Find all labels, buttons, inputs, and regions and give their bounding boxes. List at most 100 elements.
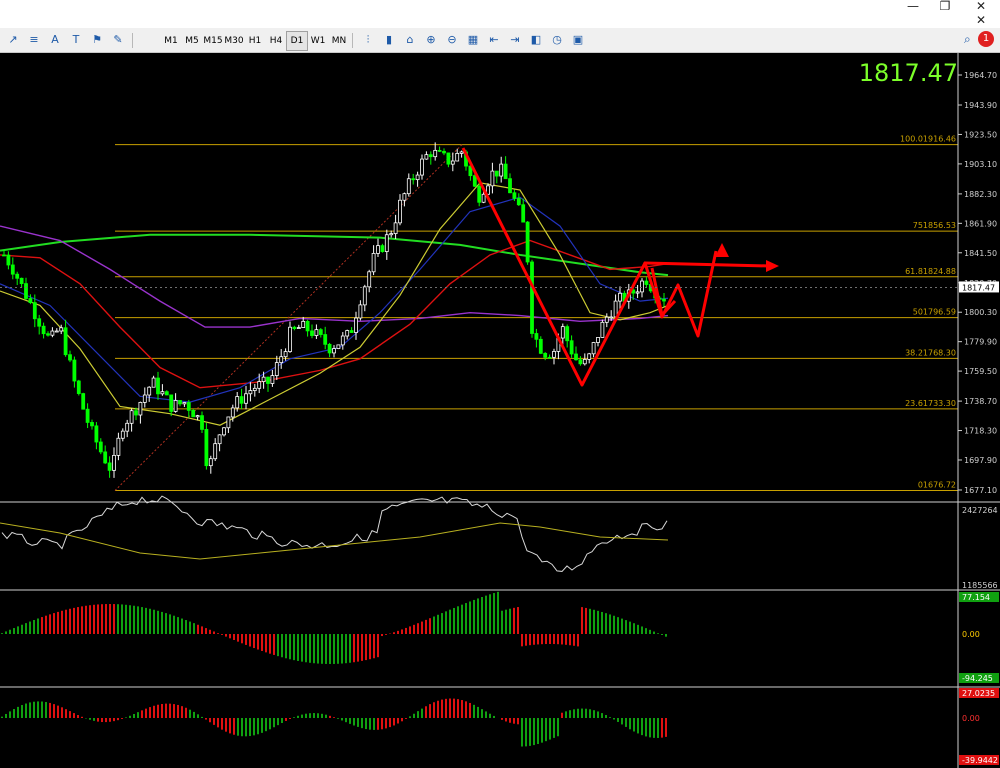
price-axis-label: 1800.30: [964, 308, 997, 317]
bull-candle: [50, 330, 55, 336]
bull-candle: [274, 362, 279, 376]
fib-level-label: 61.81824.88: [905, 267, 956, 276]
bull-candle: [332, 348, 336, 354]
bear-candle: [644, 280, 649, 285]
minimize-icon[interactable]: —: [898, 0, 928, 18]
draw-tool-0-icon[interactable]: ↗: [4, 31, 22, 49]
bear-candle: [565, 326, 570, 342]
bear-candle: [472, 175, 477, 187]
chart-tool-4-icon[interactable]: ⊖: [443, 31, 461, 49]
bear-candle: [516, 198, 521, 206]
price-axis-label: 1697.90: [964, 456, 997, 465]
chart-tool-5-icon[interactable]: ▦: [464, 31, 482, 49]
bull-candle: [481, 193, 486, 203]
bull-candle: [138, 401, 143, 416]
bull-candle: [116, 437, 121, 456]
chart-tool-2-icon[interactable]: ⌂: [401, 31, 419, 49]
bear-candle: [323, 334, 328, 345]
bear-candle: [85, 408, 90, 423]
bull-candle: [296, 327, 301, 329]
timeframe-m30-button[interactable]: M30: [223, 31, 245, 51]
bull-candle: [252, 387, 257, 391]
timeframe-h4-button[interactable]: H4: [265, 31, 287, 51]
bear-candle: [446, 152, 451, 165]
bear-candle: [266, 376, 270, 384]
bear-candle: [569, 340, 574, 355]
bear-candle: [156, 377, 160, 395]
timeframe-h1-button[interactable]: H1: [244, 31, 266, 51]
price-axis-label: 1779.90: [964, 338, 997, 347]
bull-candle: [604, 316, 609, 323]
toolbar-separator: [132, 33, 133, 48]
bear-candle: [63, 327, 68, 356]
title-bar: — ❐ ✕ ✕: [0, 0, 1000, 29]
bear-candle: [19, 277, 24, 285]
bull-candle: [389, 233, 394, 236]
draw-tool-3-icon[interactable]: T: [67, 31, 85, 49]
bull-candle: [261, 376, 266, 382]
restore-icon[interactable]: ❐: [930, 0, 960, 18]
price-axis-label: 1718.30: [964, 427, 997, 436]
chart-tool-7-icon[interactable]: ⇥: [506, 31, 524, 49]
bear-candle: [477, 185, 482, 203]
search-icon[interactable]: ⌕: [964, 32, 971, 47]
chart-tool-0-icon[interactable]: ⫶: [359, 31, 377, 49]
bull-candle: [398, 199, 402, 224]
draw-tool-5-icon[interactable]: ✎: [109, 31, 127, 49]
draw-tool-2-icon[interactable]: A: [46, 31, 64, 49]
bull-candle: [582, 359, 587, 365]
chart-tool-6-icon[interactable]: ⇤: [485, 31, 503, 49]
price-chart[interactable]: 100.01916.46 751856.53 61.81824.88 501796.5…: [0, 53, 1000, 768]
notification-badge[interactable]: 1: [978, 31, 994, 47]
panel2-bottom-label: -94.245: [962, 674, 993, 683]
bull-candle: [208, 458, 213, 467]
bull-candle: [640, 280, 644, 293]
bull-candle: [59, 327, 64, 332]
timeframe-mn-button[interactable]: MN: [328, 31, 350, 51]
chart-tool-3-icon[interactable]: ⊕: [422, 31, 440, 49]
bull-candle: [362, 286, 367, 306]
bull-candle: [314, 329, 319, 336]
timeframe-d1-button[interactable]: D1: [286, 31, 308, 51]
fib-level-label: 501796.59: [913, 308, 956, 317]
bear-candle: [76, 380, 81, 394]
bear-candle: [318, 329, 323, 335]
price-axis-label: 1677.10: [964, 486, 997, 495]
price-axis-label: 1861.90: [964, 219, 997, 228]
timeframe-w1-button[interactable]: W1: [307, 31, 329, 51]
toolbar-right: ⌕ 1: [960, 28, 1000, 52]
bear-candle: [525, 221, 530, 263]
bear-candle: [46, 333, 50, 336]
bull-candle: [54, 330, 59, 333]
bear-candle: [578, 359, 583, 365]
draw-tool-4-icon[interactable]: ⚑: [88, 31, 106, 49]
bull-candle: [635, 291, 640, 294]
bear-candle: [37, 318, 42, 327]
chart-tool-10-icon[interactable]: ▣: [569, 31, 587, 49]
current-price-tag-label: 1817.47: [962, 283, 995, 292]
bull-candle: [618, 292, 622, 302]
bull-candle: [367, 271, 372, 288]
bear-candle: [28, 298, 33, 303]
bull-candle: [336, 344, 341, 349]
chart-tool-9-icon[interactable]: ◷: [548, 31, 566, 49]
bull-candle: [195, 415, 200, 418]
price-axis-label: 1943.90: [964, 101, 997, 110]
bear-candle: [15, 273, 20, 279]
timeframe-m5-button[interactable]: M5: [181, 31, 203, 51]
bear-candle: [24, 283, 28, 299]
chart-tool-1-icon[interactable]: ▮: [380, 31, 398, 49]
timeframe-m15-button[interactable]: M15: [202, 31, 224, 51]
bear-candle: [98, 441, 103, 453]
chart-tool-8-icon[interactable]: ◧: [527, 31, 545, 49]
bear-candle: [538, 338, 543, 354]
price-axis-label: 1841.50: [964, 249, 997, 258]
bear-candle: [437, 149, 442, 152]
bear-candle: [530, 261, 534, 334]
timeframe-m1-button[interactable]: M1: [160, 31, 182, 51]
fib-level-label: 100.01916.46: [900, 135, 956, 144]
draw-tool-1-icon[interactable]: ≡: [25, 31, 43, 49]
bear-candle: [68, 354, 72, 361]
bull-candle: [376, 245, 380, 254]
bull-candle: [257, 381, 262, 389]
